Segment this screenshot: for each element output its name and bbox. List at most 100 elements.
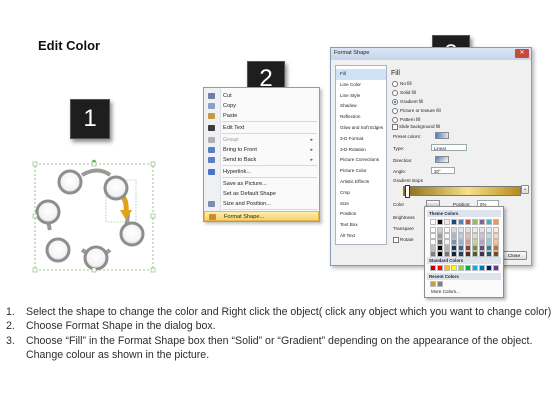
theme-color-swatch[interactable] <box>486 227 492 233</box>
theme-color-swatch[interactable] <box>437 219 443 225</box>
close-icon[interactable]: ✕ <box>515 49 529 58</box>
theme-color-swatch[interactable] <box>430 245 436 251</box>
nav-item-line-color[interactable]: Line Color <box>336 80 386 91</box>
theme-color-swatch[interactable] <box>430 251 436 257</box>
menu-item-format-shape[interactable]: Format Shape... <box>204 211 319 221</box>
theme-color-swatch[interactable] <box>444 233 450 239</box>
standard-color-swatch[interactable] <box>486 265 492 271</box>
standard-color-swatch[interactable] <box>451 265 457 271</box>
nav-item-text-box[interactable]: Text Box <box>336 220 386 231</box>
theme-color-swatch[interactable] <box>486 251 492 257</box>
gradient-stops-bar[interactable] <box>403 186 521 196</box>
theme-color-swatch[interactable] <box>479 219 485 225</box>
cycle-node[interactable] <box>57 169 83 195</box>
theme-color-swatch[interactable] <box>479 227 485 233</box>
type-select[interactable]: Linear <box>431 144 467 151</box>
nav-item-size[interactable]: Size <box>336 199 386 210</box>
menu-item-set-as-default-shape[interactable]: Set as Default Shape <box>204 189 319 199</box>
theme-color-swatch[interactable] <box>486 219 492 225</box>
theme-color-swatch[interactable] <box>437 239 443 245</box>
theme-color-swatch[interactable] <box>430 233 436 239</box>
theme-color-swatch[interactable] <box>479 233 485 239</box>
theme-color-swatch[interactable] <box>465 227 471 233</box>
theme-color-swatch[interactable] <box>486 233 492 239</box>
theme-color-swatch[interactable] <box>451 245 457 251</box>
theme-color-swatch[interactable] <box>472 233 478 239</box>
standard-color-swatch[interactable] <box>458 265 464 271</box>
menu-item-group[interactable]: Group ▸ <box>204 135 319 145</box>
theme-color-swatch[interactable] <box>451 219 457 225</box>
theme-color-swatch[interactable] <box>458 251 464 257</box>
theme-color-swatch[interactable] <box>493 219 499 225</box>
theme-color-swatch[interactable] <box>437 233 443 239</box>
theme-color-swatch[interactable] <box>451 227 457 233</box>
nav-item-alt-text[interactable]: Alt Text <box>336 231 386 242</box>
theme-color-swatch[interactable] <box>479 239 485 245</box>
menu-item-paste[interactable]: Paste <box>204 111 319 121</box>
theme-color-swatch[interactable] <box>430 227 436 233</box>
cycle-node[interactable] <box>35 199 61 225</box>
nav-item-shadow[interactable]: Shadow <box>336 101 386 112</box>
nav-item-fill[interactable]: Fill <box>336 69 386 80</box>
theme-color-swatch[interactable] <box>472 245 478 251</box>
nav-item-crop[interactable]: Crop <box>336 188 386 199</box>
cycle-node[interactable] <box>83 245 109 271</box>
fill-radio-pattern-fill[interactable] <box>392 117 398 123</box>
theme-color-swatch[interactable] <box>444 227 450 233</box>
standard-color-swatch[interactable] <box>430 265 436 271</box>
theme-color-swatch[interactable] <box>493 251 499 257</box>
theme-color-swatch[interactable] <box>493 245 499 251</box>
theme-color-swatch[interactable] <box>493 239 499 245</box>
theme-color-swatch[interactable] <box>472 227 478 233</box>
menu-item-send-to-back[interactable]: Send to Back ▸ <box>204 155 319 165</box>
close-button[interactable]: Close <box>501 251 527 260</box>
menu-item-hyperlink[interactable]: Hyperlink... <box>204 167 319 177</box>
theme-color-swatch[interactable] <box>465 245 471 251</box>
standard-color-swatch[interactable] <box>479 265 485 271</box>
theme-color-swatch[interactable] <box>465 219 471 225</box>
add-stop-button[interactable]: + <box>521 185 529 194</box>
theme-color-swatch[interactable] <box>479 251 485 257</box>
nav-item-picture-color[interactable]: Picture Color <box>336 166 386 177</box>
preset-colors-button[interactable] <box>435 132 449 139</box>
theme-color-swatch[interactable] <box>465 233 471 239</box>
theme-color-swatch[interactable] <box>493 227 499 233</box>
fill-radio-picture-or-texture-fill[interactable] <box>392 108 398 114</box>
theme-color-swatch[interactable] <box>444 245 450 251</box>
theme-color-swatch[interactable] <box>430 219 436 225</box>
theme-color-swatch[interactable] <box>444 219 450 225</box>
cycle-diagram[interactable] <box>28 150 164 276</box>
menu-item-cut[interactable]: Cut <box>204 91 319 101</box>
cycle-node[interactable] <box>103 175 129 201</box>
rotate-checkbox[interactable] <box>393 237 399 243</box>
theme-color-swatch[interactable] <box>451 239 457 245</box>
nav-item-artistic-effects[interactable]: Artistic Effects <box>336 177 386 188</box>
nav-item-3-d-format[interactable]: 3-D Format <box>336 134 386 145</box>
theme-color-swatch[interactable] <box>472 239 478 245</box>
nav-item-position[interactable]: Position <box>336 209 386 220</box>
standard-color-swatch[interactable] <box>493 265 499 271</box>
direction-button[interactable] <box>435 156 449 163</box>
theme-color-swatch[interactable] <box>451 233 457 239</box>
angle-input[interactable]: 30° <box>431 167 455 174</box>
recent-color-swatch[interactable] <box>437 281 443 287</box>
cycle-node[interactable] <box>119 221 145 247</box>
theme-color-swatch[interactable] <box>437 227 443 233</box>
theme-color-swatch[interactable] <box>458 227 464 233</box>
theme-color-swatch[interactable] <box>458 239 464 245</box>
more-colors-link[interactable]: More Colors... <box>431 289 460 294</box>
nav-item-picture-corrections[interactable]: Picture Corrections <box>336 155 386 166</box>
menu-item-bring-to-front[interactable]: Bring to Front ▸ <box>204 145 319 155</box>
theme-color-swatch[interactable] <box>486 245 492 251</box>
fill-radio-no-fill[interactable] <box>392 81 398 87</box>
theme-color-swatch[interactable] <box>472 251 478 257</box>
nav-item-glow-and-soft-edges[interactable]: Glow and Soft Edges <box>336 123 386 134</box>
nav-item-line-style[interactable]: Line Style <box>336 91 386 102</box>
theme-color-swatch[interactable] <box>465 251 471 257</box>
theme-color-swatch[interactable] <box>437 245 443 251</box>
standard-color-swatch[interactable] <box>444 265 450 271</box>
standard-color-swatch[interactable] <box>465 265 471 271</box>
gradient-stop-handle[interactable] <box>405 185 410 198</box>
theme-color-swatch[interactable] <box>458 245 464 251</box>
theme-color-swatch[interactable] <box>444 239 450 245</box>
